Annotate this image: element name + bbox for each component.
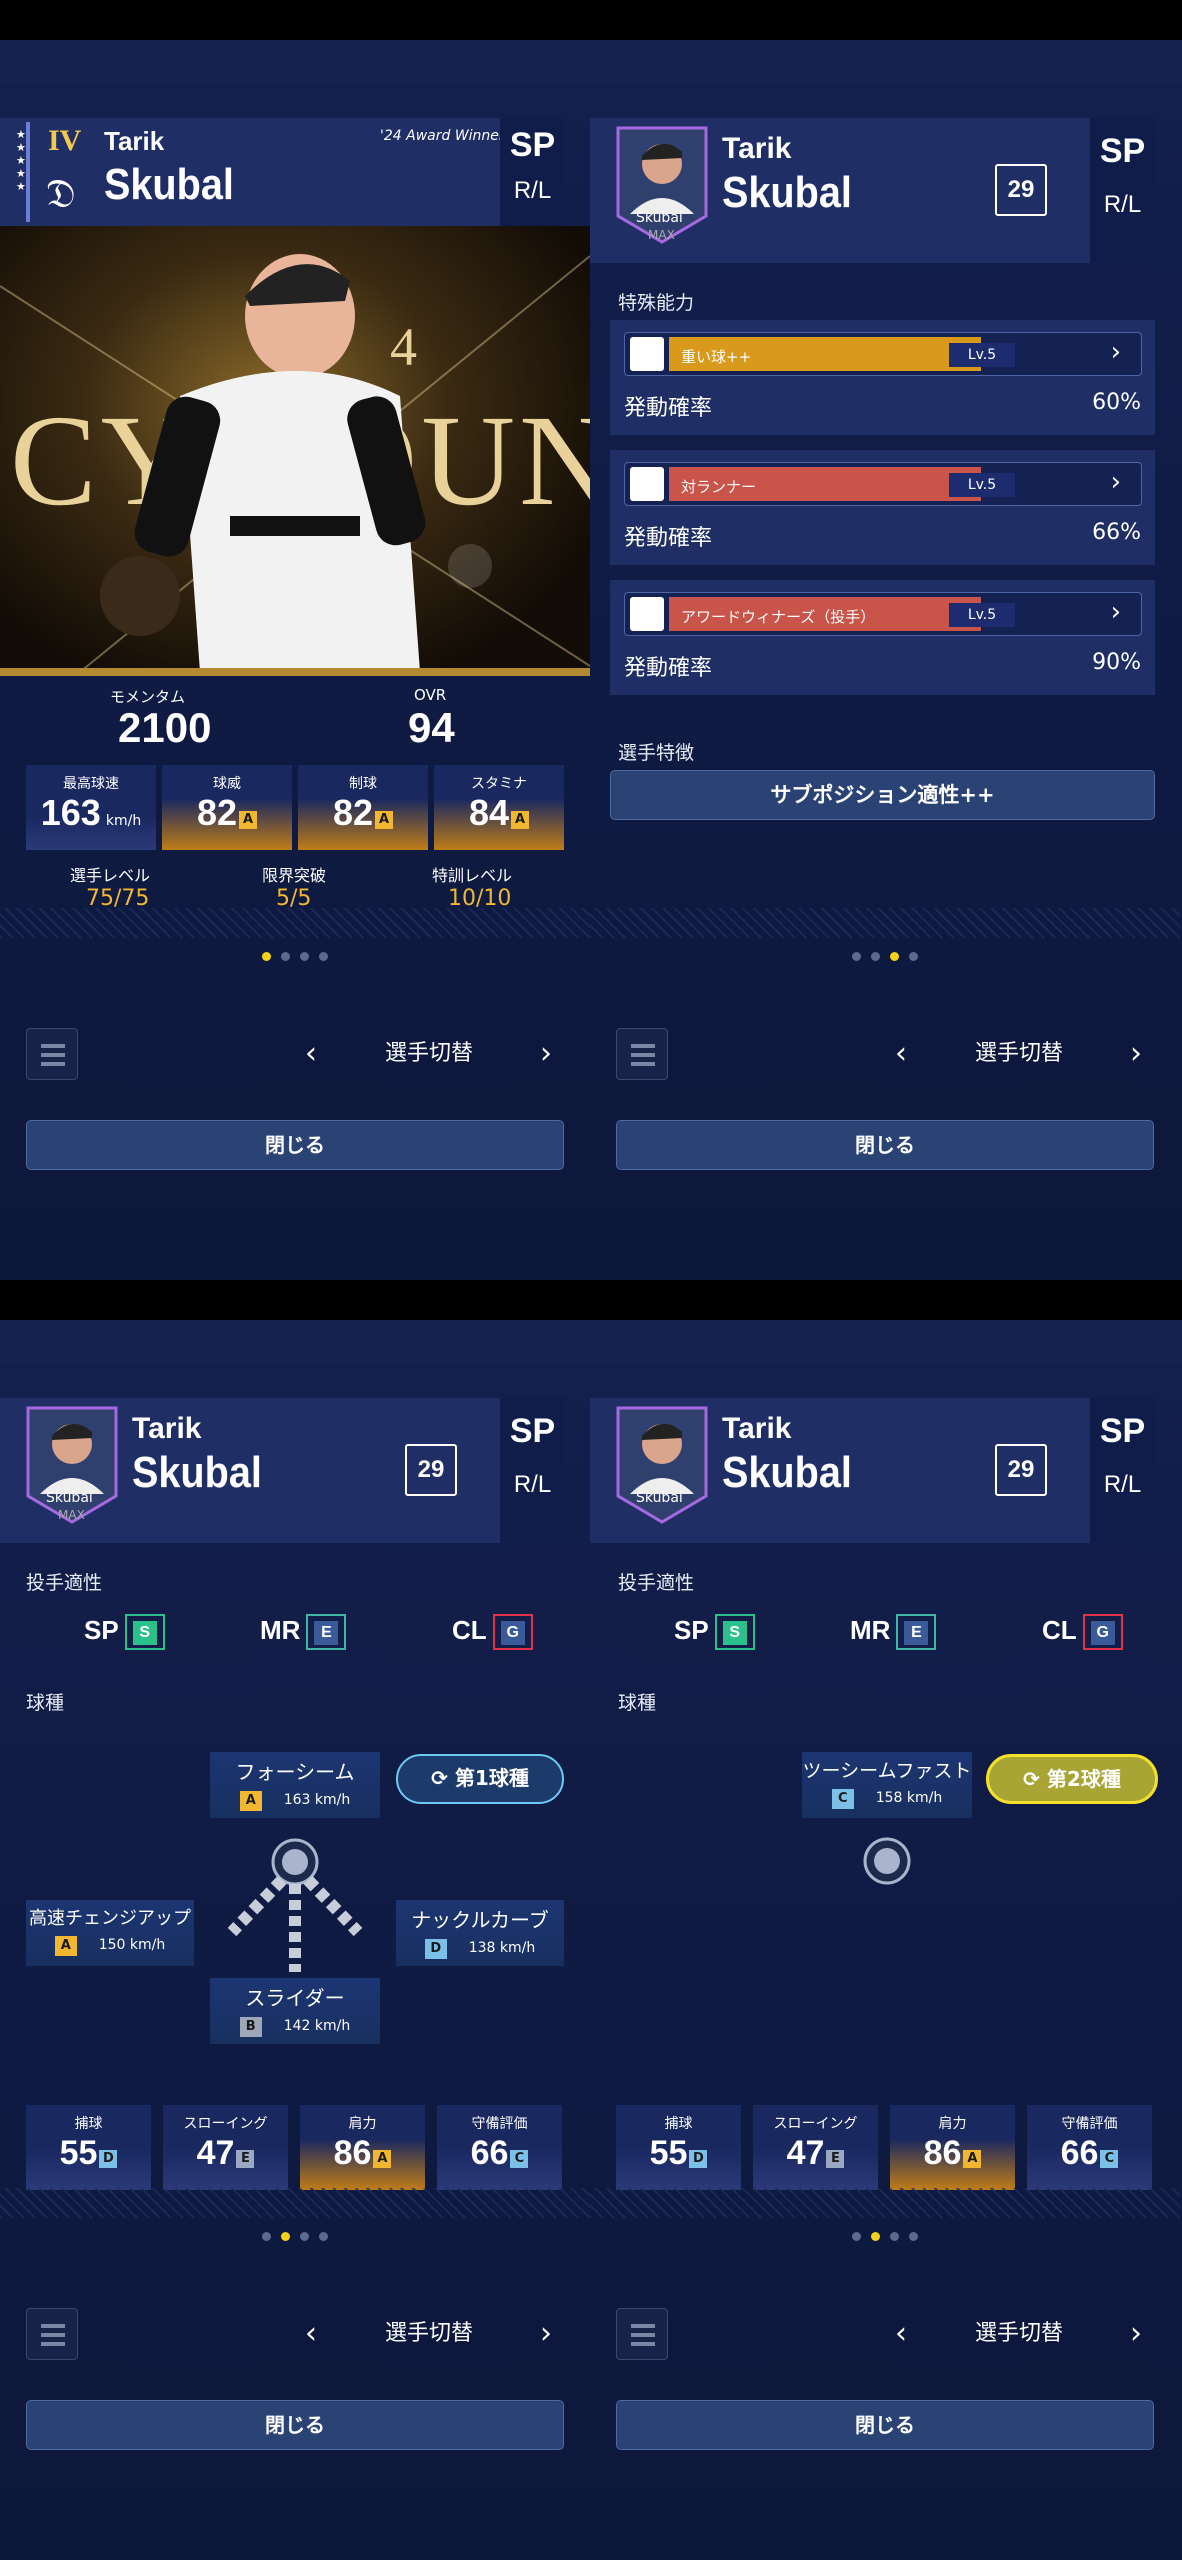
- panel-pitches-2: Skubal Tarik Skubal 29 SP R/L 投手適性 SP S M…: [590, 1362, 1182, 2560]
- menu-button[interactable]: [26, 2308, 78, 2360]
- prev-player-button[interactable]: ‹: [895, 2310, 907, 2358]
- player-first-name: Tarik: [722, 132, 792, 165]
- stat-defense: 守備評価 66 C: [1027, 2105, 1152, 2190]
- abilities-title: 特殊能力: [618, 292, 695, 314]
- pitch-slider[interactable]: スライダー B 142 km/h: [210, 1978, 380, 2044]
- player-last-name: Skubal: [722, 1448, 852, 1497]
- player-avatar: [616, 126, 708, 244]
- aptitude-sp: SP S: [84, 1614, 165, 1650]
- avatar-name: Skubal: [636, 210, 683, 226]
- pitch-ball-icon: [863, 1837, 911, 1885]
- stat-catching: 捕球 55 D: [26, 2105, 151, 2190]
- ability-icon: [630, 597, 664, 631]
- ability-row[interactable]: アワードウィナーズ（投手） Lv.5 › 発動確率 90%: [610, 580, 1155, 695]
- position-box: SP R/L: [500, 1398, 565, 1543]
- page-dots: [590, 2232, 1180, 2241]
- uniform-number: 29: [405, 1444, 457, 1496]
- aptitude-mr: MR E: [850, 1614, 937, 1650]
- player-avatar: [616, 1406, 708, 1524]
- player-last-name: Skubal: [132, 1448, 262, 1497]
- prev-player-button[interactable]: ‹: [895, 1030, 907, 1078]
- ability-row[interactable]: 対ランナー Lv.5 › 発動確率 66%: [610, 450, 1155, 565]
- player-first-name: Tarik: [132, 1412, 202, 1445]
- pitch-knuckle-curve[interactable]: ナックルカーブ D 138 km/h: [396, 1900, 564, 1966]
- switch-player-label: 選手切替: [975, 1041, 1064, 1066]
- page-dots: [0, 2232, 590, 2241]
- avatar-max: MAX: [58, 1508, 85, 1522]
- menu-button[interactable]: [616, 2308, 668, 2360]
- switch-player-label: 選手切替: [385, 1041, 474, 1066]
- pitch-four-seam[interactable]: フォーシーム A 163 km/h: [210, 1752, 380, 1818]
- pitch-set-1-button[interactable]: ⟳ 第1球種: [396, 1754, 564, 1804]
- position-box: SP R/L: [1090, 1398, 1155, 1543]
- refresh-icon: ⟳: [431, 1766, 448, 1790]
- traits-title: 選手特徴: [618, 742, 695, 764]
- ability-icon: [630, 467, 664, 501]
- pitch-title: 球種: [618, 1692, 657, 1714]
- trait-button[interactable]: サブポジション適性++: [610, 770, 1155, 820]
- panel-pitches-1: Skubal MAX Tarik Skubal 29 SP R/L 投手適性 S…: [0, 1362, 590, 2560]
- stat-throwing: スローイング 47 E: [163, 2105, 288, 2190]
- avatar-max: MAX: [648, 228, 675, 242]
- pitch-title: 球種: [26, 1692, 65, 1714]
- menu-button[interactable]: [616, 1028, 668, 1080]
- close-button[interactable]: 閉じる: [26, 1120, 564, 1170]
- uniform-number: 29: [995, 164, 1047, 216]
- stat-defense: 守備評価 66 C: [437, 2105, 562, 2190]
- uniform-number: 29: [995, 1444, 1047, 1496]
- next-player-button[interactable]: ›: [1130, 1030, 1142, 1078]
- player-first-name: Tarik: [722, 1412, 792, 1445]
- page-dots: [590, 952, 1180, 961]
- aptitude-cl: CL G: [452, 1614, 533, 1650]
- next-player-button[interactable]: ›: [540, 1030, 552, 1078]
- next-player-button[interactable]: ›: [1130, 2310, 1142, 2358]
- player-header: Skubal MAX Tarik Skubal 29 SP R/L: [590, 118, 1155, 263]
- pitch-direction-icon: [227, 1838, 363, 1972]
- refresh-icon: ⟳: [1023, 1767, 1040, 1791]
- panel-abilities: Skubal MAX Tarik Skubal 29 SP R/L 特殊能力 重…: [590, 82, 1182, 1280]
- pitch-set-2-button[interactable]: ⟳ 第2球種: [986, 1754, 1158, 1804]
- ability-icon: [630, 337, 664, 371]
- stat-catching: 捕球 55 D: [616, 2105, 741, 2190]
- stat-arm: 肩力 86 A: [300, 2105, 425, 2190]
- aptitude-sp: SP S: [674, 1614, 755, 1650]
- aptitude-title: 投手適性: [618, 1572, 695, 1594]
- aptitude-mr: MR E: [260, 1614, 347, 1650]
- aptitude-title: 投手適性: [26, 1572, 103, 1594]
- prev-player-button[interactable]: ‹: [305, 1030, 317, 1078]
- player-last-name: Skubal: [722, 168, 852, 217]
- chevron-right-icon: ›: [1110, 467, 1121, 497]
- stat-throwing: スローイング 47 E: [753, 2105, 878, 2190]
- close-button[interactable]: 閉じる: [26, 2400, 564, 2450]
- aptitude-cl: CL G: [1042, 1614, 1123, 1650]
- avatar-name: Skubal: [636, 1490, 683, 1506]
- switch-player-label: 選手切替: [385, 2321, 474, 2346]
- pitch-fast-changeup[interactable]: 高速チェンジアップ A 150 km/h: [26, 1900, 194, 1966]
- stat-arm: 肩力 86 A: [890, 2105, 1015, 2190]
- next-player-button[interactable]: ›: [540, 2310, 552, 2358]
- chevron-right-icon: ›: [1110, 337, 1121, 367]
- prev-player-button[interactable]: ‹: [305, 2310, 317, 2358]
- player-avatar: [26, 1406, 118, 1524]
- avatar-name: Skubal: [46, 1490, 93, 1506]
- player-header: Skubal Tarik Skubal 29 SP R/L: [590, 1398, 1155, 1543]
- ability-row[interactable]: 重い球++ Lv.5 › 発動確率 60%: [610, 320, 1155, 435]
- divider-bar: [0, 1280, 1182, 1320]
- menu-button[interactable]: [26, 1028, 78, 1080]
- position-box: SP R/L: [1090, 118, 1155, 263]
- close-button[interactable]: 閉じる: [616, 1120, 1154, 1170]
- player-header: Skubal MAX Tarik Skubal 29 SP R/L: [0, 1398, 565, 1543]
- top-band-2: [0, 1320, 1182, 1362]
- page-dots: [0, 952, 590, 961]
- chevron-right-icon: ›: [1110, 597, 1121, 627]
- close-button[interactable]: 閉じる: [616, 2400, 1154, 2450]
- panel1-footer: ‹ 選手切替 › 閉じる: [0, 0, 590, 1280]
- pitch-two-seam[interactable]: ツーシームファスト C 158 km/h: [802, 1752, 972, 1818]
- switch-player-label: 選手切替: [975, 2321, 1064, 2346]
